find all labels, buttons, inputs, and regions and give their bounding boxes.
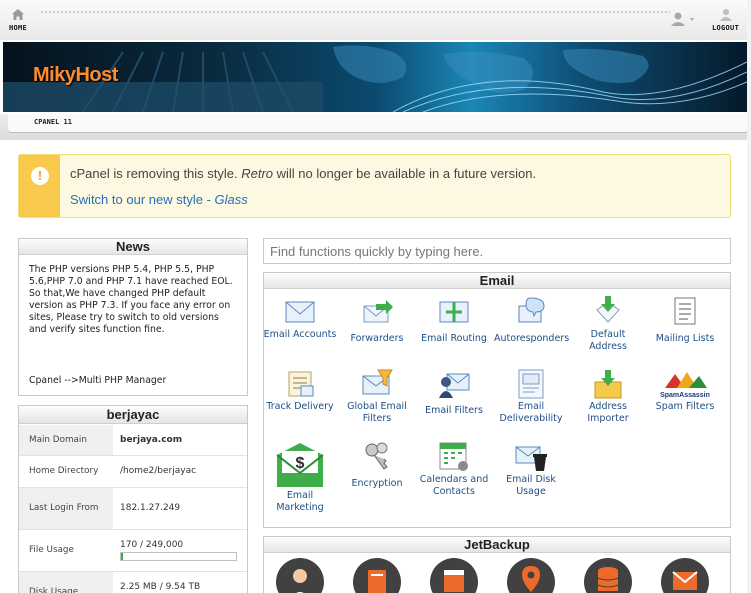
email-deliverability-item[interactable]: Email Deliverability [494,368,568,425]
last-login-value: 182.1.27.249 [120,503,181,513]
main-domain-value: berjaya.com [120,435,183,445]
stat-row-home-directory: Home Directory /home2/berjayac [19,456,247,488]
track-delivery-item[interactable]: Track Delivery [263,368,337,413]
search-placeholder: Find functions quickly by typing here. [270,244,484,259]
logout-button[interactable]: LOGOUT [712,8,739,32]
page-scrollbar[interactable] [747,0,751,593]
stat-row-main-domain: Main Domain berjaya.com [19,425,247,456]
default-address-item[interactable]: Default Address [571,296,645,353]
forwarders-icon [363,300,393,323]
email-title: Email [264,273,730,289]
home-label: HOME [9,24,28,32]
calendars-contacts-item[interactable]: Calendars and Contacts [417,441,491,498]
email-marketing-icon: $ [276,443,324,487]
global-email-filters-icon [362,369,393,395]
email-filters-item[interactable]: Email Filters [417,368,491,417]
email-disk-usage-icon [515,446,547,471]
stat-row-disk-usage: Disk Usage 2.25 MB / 9.54 TB [19,572,247,593]
news-panel: News The PHP versions PHP 5.4, PHP 5.5, … [18,238,248,396]
address-importer-item[interactable]: Address Importer [571,368,645,425]
stat-label: Disk Usage [29,587,79,593]
account-panel: berjayac Main Domain berjaya.com Home Di… [18,405,248,593]
global-email-filters-item[interactable]: Global Email Filters [340,368,414,425]
mailing-lists-item[interactable]: Mailing Lists [648,296,722,345]
style-deprecation-notice: ! cPanel is removing this style. Retro w… [18,154,731,218]
warning-icon: ! [31,167,49,185]
autoresponders-icon [518,297,545,323]
email-routing-icon [439,301,469,323]
default-address-icon [596,296,620,323]
stat-label: File Usage [29,545,74,555]
address-importer-icon [594,370,622,399]
function-search-input[interactable]: Find functions quickly by typing here. [263,238,731,264]
calendars-contacts-icon [439,442,468,471]
stat-row-file-usage: File Usage 170 / 249,000 [19,530,247,572]
file-usage-value: 170 / 249,000 [120,540,184,550]
email-accounts-item[interactable]: Email Accounts [263,296,337,341]
dotted-divider [40,10,670,14]
top-nav-bar: HOME LOGOUT [0,0,751,40]
logout-label: LOGOUT [712,24,740,32]
email-marketing-item[interactable]: $ Email Marketing [263,441,337,514]
svg-text:SpamAssassin: SpamAssassin [660,392,710,399]
encryption-icon [365,442,388,470]
news-title: News [19,239,247,255]
home-directory-value: /home2/berjayac [120,466,197,476]
encryption-item[interactable]: Encryption [340,441,414,490]
email-disk-usage-item[interactable]: Email Disk Usage [494,441,568,498]
email-accounts-icon [285,301,315,323]
email-deliverability-icon [518,369,544,399]
home-button[interactable]: HOME [9,8,27,32]
tab-cpanel[interactable]: CPANEL 11 [8,114,748,132]
header-banner: MikyHost [3,42,747,112]
stat-label: Main Domain [29,434,87,445]
home-icon [12,9,25,20]
switch-style-link[interactable]: Switch to our new style - Glass [70,192,248,207]
file-usage-fill [121,553,123,560]
tab-label: CPANEL 11 [34,118,72,126]
stat-row-last-login: Last Login From 182.1.27.249 [19,488,247,530]
stat-label: Home Directory [29,466,99,476]
spam-filters-item[interactable]: SpamAssassin Spam Filters [648,368,722,413]
spam-filters-icon: SpamAssassin [660,372,710,399]
account-title: berjayac [19,406,247,424]
news-footer: Cpanel -->Multi PHP Manager [29,375,167,386]
brand-logo: MikyHost [33,64,118,86]
stat-label: Last Login From [29,503,99,513]
logout-icon [719,9,732,21]
notice-side: ! [19,155,60,217]
tab-bar: CPANEL 11 [0,114,751,140]
disk-usage-value: 2.25 MB / 9.54 TB [120,582,201,592]
track-delivery-icon [288,371,314,397]
jetbackup-title: JetBackup [264,537,730,553]
mailing-lists-icon [674,297,696,325]
notice-message: cPanel is removing this style. Retro wil… [70,166,537,181]
email-routing-item[interactable]: Email Routing [417,296,491,345]
user-menu[interactable] [670,11,696,30]
user-icon [671,12,694,26]
file-usage-bar [120,552,237,561]
forwarders-item[interactable]: Forwarders [340,296,414,345]
autoresponders-item[interactable]: Autoresponders [494,296,569,345]
news-body: The PHP versions PHP 5.4, PHP 5.5, PHP 5… [29,264,233,335]
email-filters-icon [439,373,470,398]
